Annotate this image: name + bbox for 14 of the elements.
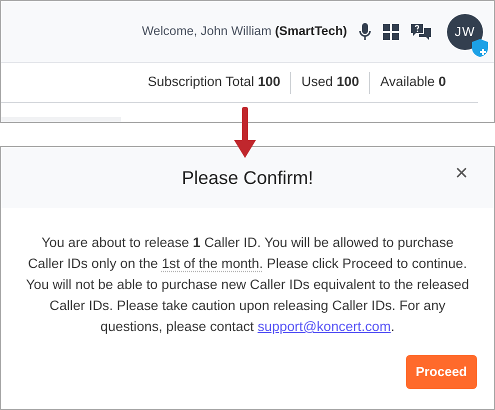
close-button[interactable]: × — [449, 161, 474, 185]
subscription-stat: Subscription Total 100 — [148, 73, 280, 92]
welcome-text: Welcome, John William (SmartTech) — [142, 23, 347, 40]
chat-help-icon[interactable] — [411, 22, 431, 40]
down-arrow — [234, 107, 256, 158]
email-link[interactable]: support@koncert.com — [258, 319, 391, 334]
user-avatar[interactable]: JW — [447, 14, 483, 50]
shield-plus-icon — [472, 38, 488, 56]
subscription-stat: Used 100 — [301, 73, 360, 92]
confirmation-message: You are about to release 1 Caller ID. You will be allowed to purchase Caller IDs only on the 1st of the month. Please click Proceed to continue. You will not be able to purchase new Caller IDs equivalent to the released Caller IDs. Please take caution upon releasing Caller IDs. For any questions, please contact support@koncert.com. — [24, 234, 470, 336]
dialog-title: Please Confirm! — [182, 166, 314, 190]
microphone-icon[interactable] — [359, 22, 371, 40]
subscription-stat: Available 0 — [380, 73, 446, 92]
grid-icon[interactable] — [383, 24, 399, 40]
